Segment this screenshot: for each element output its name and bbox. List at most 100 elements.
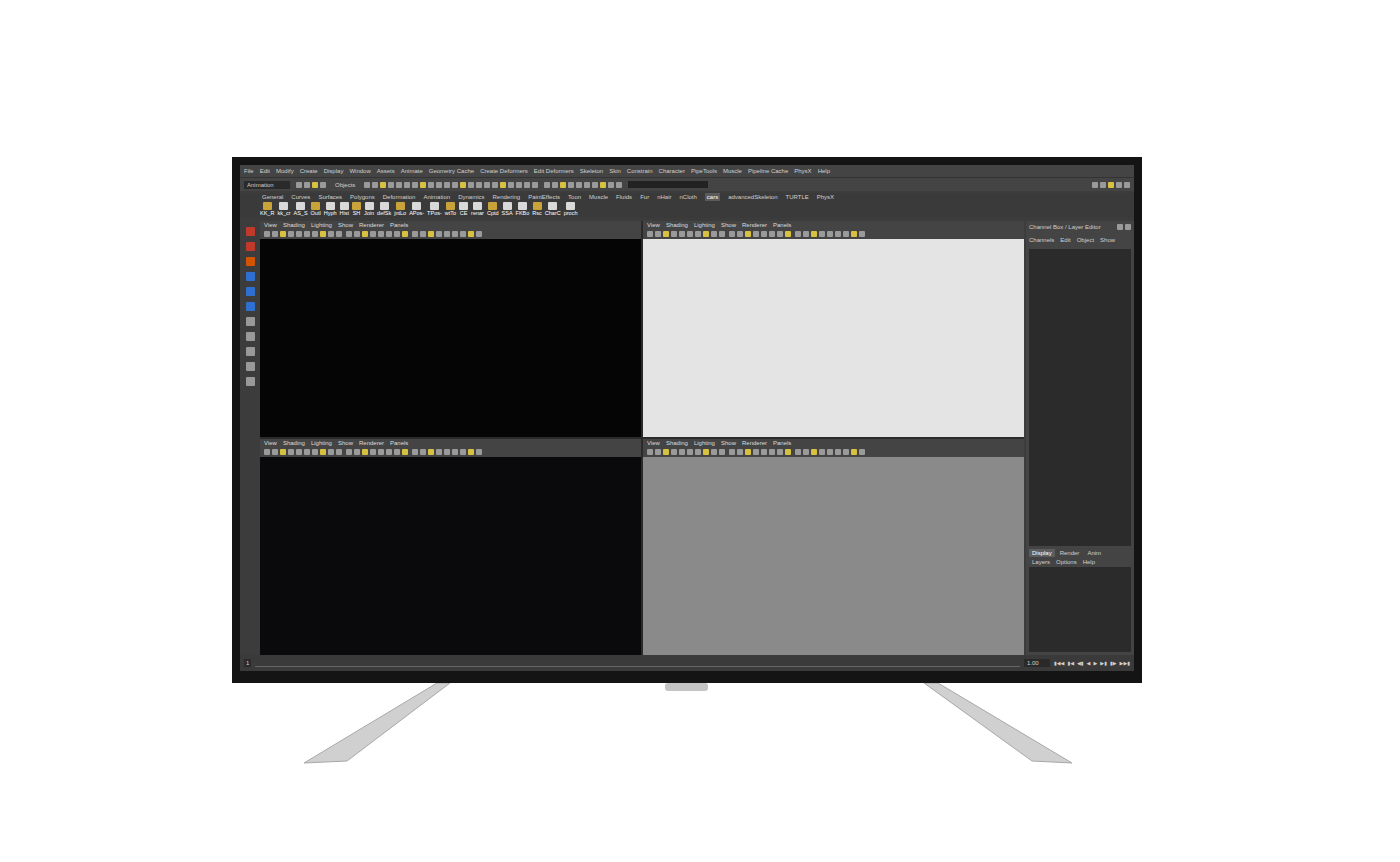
mode-dropdown[interactable]: Animation xyxy=(244,181,290,189)
menu-item[interactable]: Edit Deformers xyxy=(534,167,574,175)
viewport-menu-item[interactable]: Shading xyxy=(283,221,305,229)
tool-icon[interactable] xyxy=(428,182,434,188)
tool-icon[interactable] xyxy=(386,449,392,455)
shelf-button[interactable]: SH xyxy=(352,202,361,217)
tool-icon[interactable] xyxy=(663,231,669,237)
menu-item[interactable]: Assets xyxy=(377,167,395,175)
tool-icon[interactable] xyxy=(843,231,849,237)
viewport[interactable]: ViewShadingLightingShowRendererPanels xyxy=(643,439,1024,655)
current-frame[interactable]: 1.00 xyxy=(1024,659,1050,667)
shelf-tab[interactable]: Curves xyxy=(291,193,310,201)
tool-icon[interactable] xyxy=(729,449,735,455)
viewport-menu-item[interactable]: View xyxy=(647,439,660,447)
shelf-button[interactable]: FKBo xyxy=(516,202,530,217)
tool-icon[interactable] xyxy=(420,231,426,237)
tool-icon[interactable] xyxy=(272,231,278,237)
tool-icon[interactable] xyxy=(647,231,653,237)
menu-item[interactable]: Skeleton xyxy=(580,167,603,175)
viewport-menu-item[interactable]: Renderer xyxy=(359,221,384,229)
tool-icon[interactable] xyxy=(468,182,474,188)
tool-icon[interactable] xyxy=(1124,182,1130,188)
tool-icon[interactable] xyxy=(272,449,278,455)
tool-icon[interactable] xyxy=(592,182,598,188)
tool-icon[interactable] xyxy=(420,182,426,188)
shelf-button[interactable]: jntLo xyxy=(394,202,406,217)
tool-icon[interactable] xyxy=(328,231,334,237)
tool-icon[interactable] xyxy=(795,449,801,455)
tool-icon[interactable] xyxy=(328,449,334,455)
tool-icon[interactable] xyxy=(386,231,392,237)
tool-icon[interactable] xyxy=(719,449,725,455)
tool-icon[interactable] xyxy=(1100,182,1106,188)
tool-icon[interactable] xyxy=(420,449,426,455)
tool-icon[interactable] xyxy=(608,182,614,188)
tool-icon[interactable] xyxy=(296,449,302,455)
menu-item[interactable]: Window xyxy=(349,167,370,175)
tool-icon[interactable] xyxy=(288,231,294,237)
tool-icon[interactable] xyxy=(452,231,458,237)
tool-icon[interactable] xyxy=(532,182,538,188)
tool-icon[interactable] xyxy=(452,449,458,455)
tool-icon[interactable] xyxy=(803,231,809,237)
menu-item[interactable]: PipeTools xyxy=(691,167,717,175)
shelf-button[interactable]: APos- xyxy=(409,202,424,217)
tool-icon[interactable] xyxy=(370,231,376,237)
tool-icon[interactable] xyxy=(1092,182,1098,188)
viewport-menu-item[interactable]: Lighting xyxy=(311,439,332,447)
tool-icon[interactable] xyxy=(444,231,450,237)
tool-icon[interactable] xyxy=(745,231,751,237)
tool-icon[interactable] xyxy=(372,182,378,188)
tool-icon[interactable] xyxy=(785,449,791,455)
tool-icon[interactable] xyxy=(777,449,783,455)
tool-icon[interactable] xyxy=(835,449,841,455)
viewport-menu-item[interactable]: Show xyxy=(721,439,736,447)
viewport-menu-item[interactable]: Show xyxy=(338,221,353,229)
tool-icon[interactable] xyxy=(452,182,458,188)
tool-icon[interactable] xyxy=(320,182,326,188)
viewport-menu-item[interactable]: Renderer xyxy=(742,439,767,447)
layer-menu-item[interactable]: Help xyxy=(1083,558,1095,566)
tool-icon[interactable] xyxy=(378,449,384,455)
shelf-button[interactable]: defSk xyxy=(377,202,391,217)
menu-item[interactable]: Geometry Cache xyxy=(429,167,474,175)
viewport-menu-item[interactable]: Panels xyxy=(773,221,791,229)
layer-tab[interactable]: Anim xyxy=(1084,549,1104,557)
shelf-tab[interactable]: Polygons xyxy=(350,193,375,201)
shelf-button[interactable]: Outl xyxy=(311,202,321,217)
tool-icon[interactable] xyxy=(568,182,574,188)
tool-icon[interactable] xyxy=(777,231,783,237)
tool-icon[interactable] xyxy=(1117,224,1123,230)
menu-item[interactable]: Muscle xyxy=(723,167,742,175)
menu-item[interactable]: Pipeline Cache xyxy=(748,167,788,175)
tool-icon[interactable] xyxy=(737,231,743,237)
viewport-menu-item[interactable]: View xyxy=(647,221,660,229)
tool-icon[interactable] xyxy=(1108,182,1114,188)
tool-icon[interactable] xyxy=(516,182,522,188)
layer-menu-item[interactable]: Layers xyxy=(1032,558,1050,566)
viewport[interactable]: ViewShadingLightingShowRendererPanels xyxy=(260,221,641,437)
shelf-button[interactable]: Join xyxy=(364,202,374,217)
tool-icon[interactable] xyxy=(468,231,474,237)
tool-icon[interactable] xyxy=(246,227,255,236)
tool-icon[interactable] xyxy=(827,231,833,237)
tool-icon[interactable] xyxy=(745,449,751,455)
menu-item[interactable]: Create xyxy=(300,167,318,175)
tool-icon[interactable] xyxy=(1125,224,1131,230)
shelf-tab[interactable]: Fur xyxy=(640,193,649,201)
tool-icon[interactable] xyxy=(655,449,661,455)
tool-icon[interactable] xyxy=(428,231,434,237)
playback-button[interactable]: ▶▶▮ xyxy=(1120,659,1130,667)
shelf-tab[interactable]: nHair xyxy=(657,193,671,201)
tool-icon[interactable] xyxy=(246,347,255,356)
shelf-tab[interactable]: Rendering xyxy=(492,193,520,201)
tool-icon[interactable] xyxy=(320,231,326,237)
shelf-tab[interactable]: Fluids xyxy=(616,193,632,201)
viewport-menu-item[interactable]: Lighting xyxy=(694,439,715,447)
tool-icon[interactable] xyxy=(246,242,255,251)
playback-button[interactable]: ▶▮ xyxy=(1100,659,1107,667)
tool-icon[interactable] xyxy=(412,182,418,188)
menu-item[interactable]: Edit xyxy=(260,167,270,175)
shelf-button[interactable]: kk_cr xyxy=(277,202,290,217)
shelf-button[interactable]: wtTo xyxy=(445,202,456,217)
tool-icon[interactable] xyxy=(370,449,376,455)
